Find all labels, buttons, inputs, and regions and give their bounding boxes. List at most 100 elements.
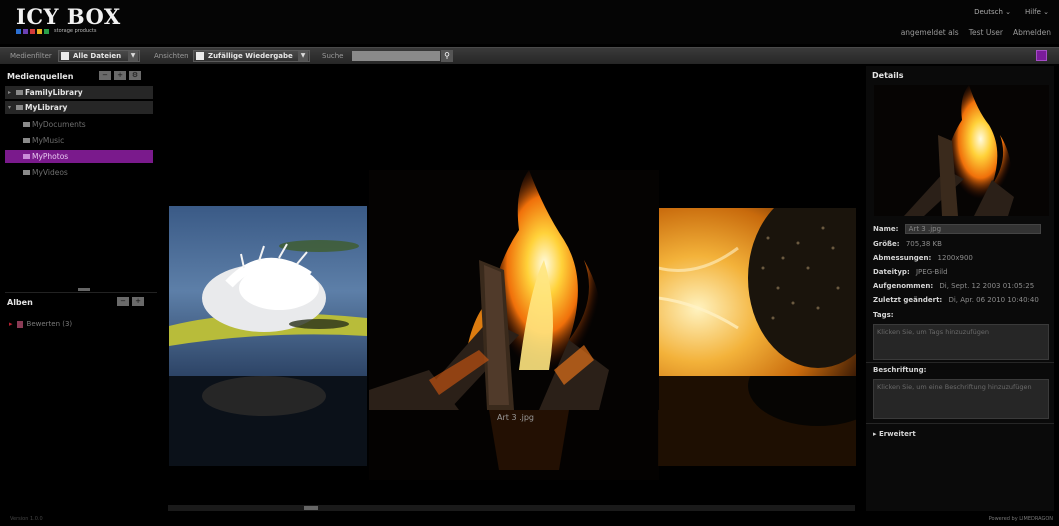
- source-mylibrary[interactable]: ▾ MyLibrary: [5, 101, 153, 114]
- remove-source-button[interactable]: −: [99, 71, 111, 80]
- view-select[interactable]: Zufällige Wiedergabe ▼: [193, 50, 310, 62]
- logo-square: [30, 28, 35, 34]
- album-label: Bewerten (3): [26, 320, 73, 328]
- image-caption: Art 3 .jpg: [497, 413, 534, 422]
- expand-arrow-icon[interactable]: ▸: [9, 320, 13, 328]
- album-icon: [16, 320, 23, 328]
- top-menu: Deutsch ⌄ Hilfe ⌄: [974, 8, 1049, 16]
- source-label: MyDocuments: [32, 120, 86, 129]
- folder-icon: [23, 122, 30, 127]
- sources-title: Medienquellen: [7, 72, 74, 81]
- source-mymusic[interactable]: MyMusic: [5, 134, 153, 147]
- view-select-value: Zufällige Wiedergabe: [208, 52, 293, 60]
- document-icon: [61, 52, 69, 60]
- help-menu[interactable]: Hilfe ⌄: [1025, 8, 1049, 16]
- source-myvideos[interactable]: MyVideos: [5, 166, 153, 179]
- caption-input[interactable]: Klicken Sie, um eine Beschriftung hinzuz…: [873, 379, 1049, 419]
- advanced-toggle[interactable]: ▸ Erweitert: [873, 430, 916, 438]
- folder-icon: [23, 154, 30, 159]
- filetype-row: Dateityp: JPEG-Bild: [873, 268, 948, 276]
- meta-value: Di, Apr. 06 2010 10:40:40: [948, 296, 1039, 304]
- panel-toggle-button[interactable]: [1036, 50, 1047, 61]
- logged-in-label: angemeldet als: [900, 28, 959, 37]
- logo-square: [16, 28, 21, 34]
- library-icon: [16, 90, 23, 95]
- meta-label: Zuletzt geändert:: [873, 296, 943, 304]
- footer-powered-by: Powered by LIMEDRAGON: [988, 516, 1053, 522]
- app-header: ICY BOX storage products Deutsch ⌄ Hilfe…: [0, 0, 1059, 44]
- source-label: MyVideos: [32, 168, 68, 177]
- logo-tagline: storage products: [54, 28, 97, 34]
- dimensions-row: Abmessungen: 1200x900: [873, 254, 973, 262]
- user-name-link[interactable]: Test User: [969, 28, 1003, 37]
- tags-label: Tags:: [873, 311, 894, 319]
- sources-buttons: − + ⚙: [99, 71, 141, 80]
- source-label: FamilyLibrary: [25, 88, 83, 97]
- sunflower-image[interactable]: [658, 208, 856, 376]
- modified-row: Zuletzt geändert: Di, Apr. 06 2010 10:40…: [873, 296, 1039, 304]
- panel-divider: [5, 292, 157, 293]
- app-logo: ICY BOX storage products: [16, 6, 121, 34]
- album-item[interactable]: ▸ Bewerten (3): [9, 320, 72, 328]
- viewer-scrollbar[interactable]: [168, 505, 855, 511]
- panel-divider: [866, 362, 1054, 363]
- source-familylibrary[interactable]: ▸ FamilyLibrary: [5, 86, 153, 99]
- meta-label: Größe:: [873, 240, 900, 248]
- search-input[interactable]: [352, 51, 440, 61]
- meta-label: Aufgenommen:: [873, 282, 934, 290]
- folder-icon: [23, 138, 30, 143]
- albums-buttons: − +: [117, 297, 144, 306]
- feather-image[interactable]: [169, 206, 367, 376]
- source-myphotos[interactable]: MyPhotos: [5, 150, 153, 163]
- user-links: angemeldet als Test User Abmelden: [901, 28, 1051, 37]
- meta-label: Dateityp:: [873, 268, 910, 276]
- meta-value: JPEG-Bild: [915, 268, 948, 276]
- tags-input[interactable]: Klicken Sie, um Tags hinzuzufügen: [873, 324, 1049, 360]
- name-row: Name: Art 3 .jpg: [873, 224, 1041, 234]
- caption-label: Beschriftung:: [873, 366, 927, 374]
- footer-version: Version 1.0.0: [10, 516, 43, 522]
- size-row: Größe: 705,38 KB: [873, 240, 942, 248]
- remove-album-button[interactable]: −: [117, 297, 129, 306]
- toolbar: Medienfilter Alle Dateien ▼ Ansichten Zu…: [0, 47, 1059, 64]
- collapse-arrow-icon[interactable]: ▾: [8, 104, 16, 111]
- search-icon[interactable]: ⚲: [441, 50, 453, 62]
- fire-image[interactable]: [369, 170, 659, 410]
- panel-splitter-handle[interactable]: [78, 288, 90, 291]
- albums-title: Alben: [7, 298, 33, 307]
- filter-select-value: Alle Dateien: [73, 52, 122, 60]
- chevron-down-icon: ▼: [298, 51, 308, 61]
- meta-value: Di, Sept. 12 2003 01:05:25: [939, 282, 1035, 290]
- source-mydocuments[interactable]: MyDocuments: [5, 118, 153, 131]
- add-source-button[interactable]: +: [114, 71, 126, 80]
- chevron-down-icon: ▼: [128, 51, 138, 61]
- panel-divider: [866, 423, 1054, 424]
- source-label: MyMusic: [32, 136, 65, 145]
- logo-text: ICY BOX: [16, 4, 121, 29]
- filter-label: Medienfilter: [10, 52, 52, 60]
- language-menu[interactable]: Deutsch ⌄: [974, 8, 1011, 16]
- library-icon: [16, 105, 23, 110]
- source-label: MyPhotos: [32, 152, 69, 161]
- details-panel: Details Name: Art 3 .jpg Größe: 705,38 K…: [866, 66, 1054, 511]
- logo-square: [44, 28, 49, 34]
- sunflower-reflection: [658, 376, 856, 466]
- details-title: Details: [872, 71, 904, 80]
- scrollbar-thumb[interactable]: [304, 506, 318, 510]
- expand-arrow-icon[interactable]: ▸: [8, 89, 16, 96]
- source-settings-button[interactable]: ⚙: [129, 71, 141, 80]
- logo-square: [23, 28, 28, 34]
- detail-thumbnail: [874, 85, 1049, 216]
- logo-square: [37, 28, 42, 34]
- meta-label: Abmessungen:: [873, 254, 932, 262]
- name-input[interactable]: Art 3 .jpg: [904, 224, 1041, 234]
- logout-link[interactable]: Abmelden: [1013, 28, 1051, 37]
- search-label: Suche: [322, 52, 344, 60]
- image-viewer: Art 3 .jpg: [160, 66, 863, 516]
- meta-value: 1200x900: [937, 254, 973, 262]
- source-label: MyLibrary: [25, 103, 68, 112]
- name-label: Name:: [873, 225, 899, 233]
- filter-select[interactable]: Alle Dateien ▼: [58, 50, 140, 62]
- add-album-button[interactable]: +: [132, 297, 144, 306]
- view-label: Ansichten: [154, 52, 189, 60]
